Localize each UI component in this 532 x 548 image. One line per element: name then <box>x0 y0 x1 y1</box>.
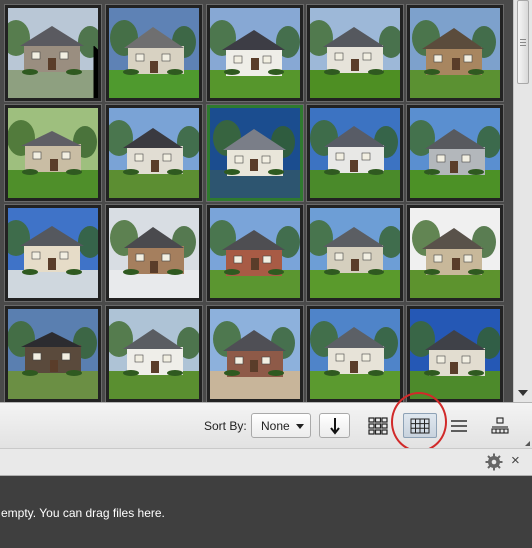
gear-icon[interactable] <box>485 453 503 471</box>
house-thumbnail-5[interactable] <box>407 5 503 101</box>
sort-by-value: None <box>261 419 290 433</box>
house-thumbnail-19[interactable] <box>307 306 403 402</box>
house-photo-icon <box>210 108 300 198</box>
house-photo-icon <box>310 208 400 298</box>
house-thumbnail-9[interactable] <box>307 105 403 201</box>
house-photo-icon <box>8 108 98 198</box>
drop-panel[interactable]: empty. You can drag files here. <box>0 476 532 548</box>
house-photo-icon <box>109 108 199 198</box>
house-photo-icon <box>8 208 98 298</box>
close-icon[interactable]: × <box>511 452 520 470</box>
house-thumbnail-12[interactable] <box>106 205 202 301</box>
vertical-scrollbar[interactable] <box>513 0 532 402</box>
house-thumbnail-11[interactable] <box>5 205 101 301</box>
house-photo-icon <box>109 309 199 399</box>
house-photo-icon <box>210 8 300 98</box>
house-photo-icon <box>109 8 199 98</box>
house-thumbnail-16[interactable] <box>5 306 101 402</box>
medium-thumbnails-view-button[interactable] <box>403 413 437 438</box>
house-photo-icon <box>210 309 300 399</box>
sort-direction-button[interactable] <box>319 413 350 438</box>
house-photo-icon <box>410 208 500 298</box>
house-photo-icon <box>310 108 400 198</box>
house-thumbnail-7[interactable] <box>106 105 202 201</box>
panel-header: × <box>0 448 532 476</box>
house-thumbnail-18[interactable] <box>207 306 303 402</box>
chevron-down-icon <box>296 424 304 429</box>
house-thumbnail-3[interactable] <box>207 5 303 101</box>
sort-by-select[interactable]: None <box>251 413 311 438</box>
large-thumbnails-view-button[interactable] <box>366 413 390 438</box>
house-photo-icon <box>210 208 300 298</box>
house-photo-icon <box>310 8 400 98</box>
house-thumbnail-10[interactable] <box>407 105 503 201</box>
scroll-down-icon[interactable] <box>518 390 528 396</box>
house-thumbnail-14[interactable] <box>307 205 403 301</box>
down-arrow-icon <box>329 417 340 435</box>
house-thumbnail-1[interactable] <box>5 5 101 101</box>
house-thumbnail-2[interactable] <box>106 5 202 101</box>
details-view-button[interactable] <box>488 413 512 438</box>
view-toolbar: Sort By: None <box>0 402 532 448</box>
details-view-icon <box>491 416 509 434</box>
house-photo-icon <box>410 309 500 399</box>
house-thumbnail-20[interactable] <box>407 306 503 402</box>
house-thumbnail-17[interactable] <box>106 306 202 402</box>
house-thumbnail-15[interactable] <box>407 205 503 301</box>
house-photo-icon <box>410 8 500 98</box>
house-photo-icon <box>410 108 500 198</box>
list-view-icon <box>451 419 467 432</box>
house-thumbnail-8[interactable] <box>207 105 303 201</box>
scrollbar-thumb[interactable] <box>517 0 529 84</box>
sort-by-label: Sort By: <box>204 419 247 433</box>
mouse-cursor-icon <box>93 46 98 98</box>
medium-grid-icon <box>410 418 430 433</box>
list-view-button[interactable] <box>447 413 471 438</box>
house-photo-icon <box>8 309 98 399</box>
large-grid-icon <box>368 416 388 435</box>
empty-drop-message: empty. You can drag files here. <box>1 506 165 520</box>
house-thumbnail-4[interactable] <box>307 5 403 101</box>
house-photo-icon <box>109 208 199 298</box>
resize-grip-icon[interactable] <box>525 441 530 446</box>
house-photo-icon <box>310 309 400 399</box>
thumbnail-grid <box>0 0 513 402</box>
house-thumbnail-6[interactable] <box>5 105 101 201</box>
house-thumbnail-13[interactable] <box>207 205 303 301</box>
